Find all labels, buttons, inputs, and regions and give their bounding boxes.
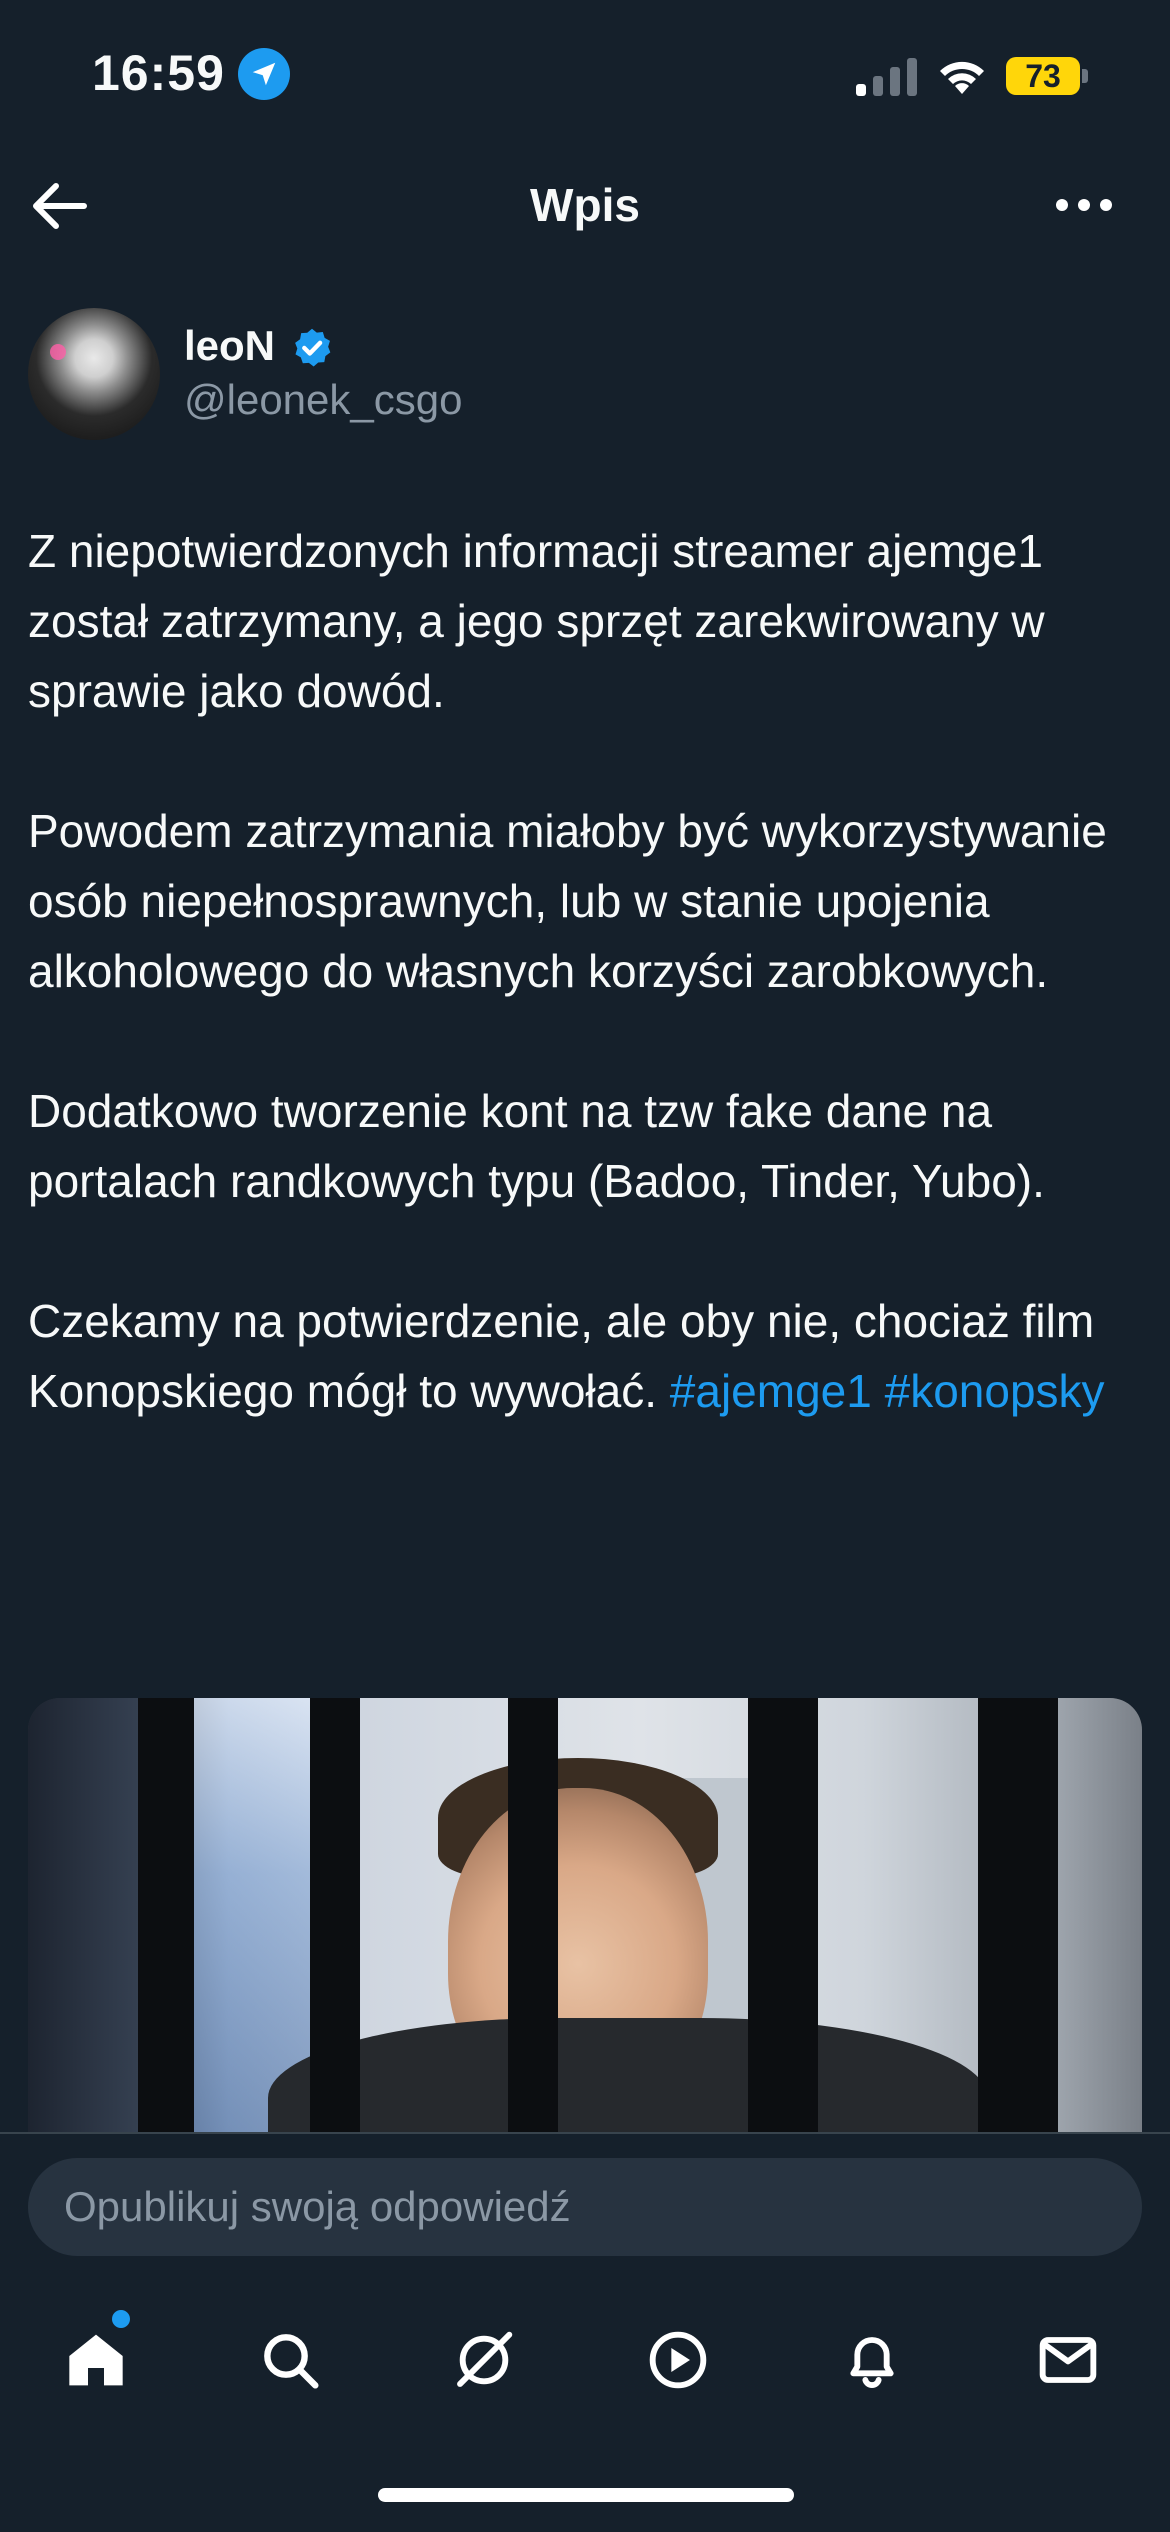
tweet-detail-screen: 16:59 73 Wpis leoN @leonek_csgo Z niepot… xyxy=(0,0,1170,2532)
more-horizontal-icon[interactable] xyxy=(1054,190,1114,220)
signal-icon xyxy=(856,58,917,96)
home-indicator xyxy=(378,2488,794,2502)
verified-badge-icon xyxy=(295,328,331,367)
tweet-paragraph: Z niepotwierdzonych informacji streamer … xyxy=(28,525,1045,717)
wifi-icon xyxy=(940,61,984,94)
status-bar: 16:59 73 xyxy=(0,0,1170,150)
search-icon[interactable] xyxy=(250,2320,330,2400)
hashtag-link[interactable]: #konopsky xyxy=(885,1365,1105,1417)
battery-icon: 73 xyxy=(1006,57,1088,95)
avatar[interactable] xyxy=(28,308,160,440)
location-arrow-icon xyxy=(238,48,290,100)
author-handle[interactable]: @leonek_csgo xyxy=(184,376,462,424)
play-icon[interactable] xyxy=(638,2320,718,2400)
home-icon[interactable] xyxy=(56,2320,136,2400)
nav-header: Wpis xyxy=(0,160,1170,250)
status-time: 16:59 xyxy=(92,45,225,101)
tweet-author[interactable]: leoN @leonek_csgo xyxy=(28,308,1128,444)
battery-level: 73 xyxy=(1025,58,1061,94)
tweet-text: Z niepotwierdzonych informacji streamer … xyxy=(28,516,1148,1426)
tweet-media-image[interactable] xyxy=(28,1698,1142,2138)
notification-dot xyxy=(112,2310,130,2328)
tweet-paragraph: Dodatkowo tworzenie kont na tzw fake dan… xyxy=(28,1085,1045,1207)
mail-icon[interactable] xyxy=(1028,2320,1108,2400)
bell-icon[interactable] xyxy=(832,2320,912,2400)
tweet-paragraph: Czekamy na potwierdzenie, ale oby nie, c… xyxy=(28,1286,1148,1426)
page-title: Wpis xyxy=(530,179,640,231)
reply-input[interactable]: Opublikuj swoją odpowiedź xyxy=(28,2158,1142,2256)
author-name[interactable]: leoN xyxy=(184,322,275,370)
tweet-paragraph: Powodem zatrzymania miałoby być wykorzys… xyxy=(28,805,1107,997)
grok-icon[interactable] xyxy=(444,2320,524,2400)
tab-bar xyxy=(0,2280,1170,2430)
hashtag-link[interactable]: #ajemge1 xyxy=(670,1365,872,1417)
